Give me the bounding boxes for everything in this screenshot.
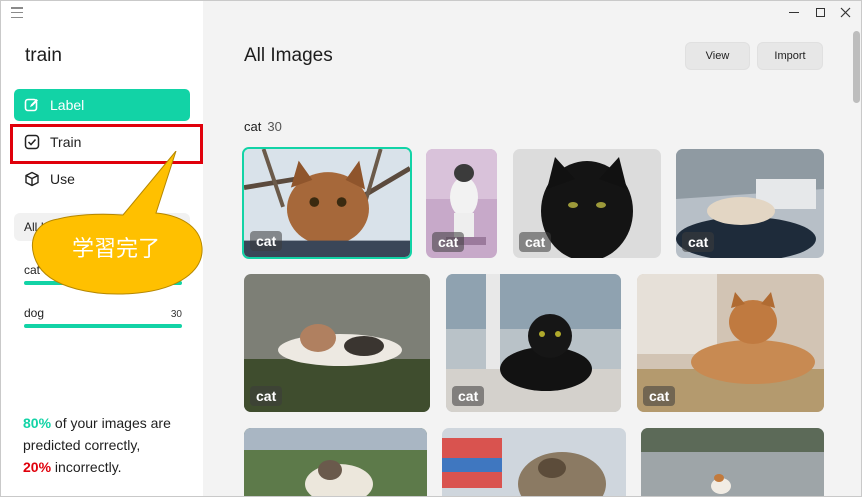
minimize-button[interactable]: [783, 3, 805, 21]
category-name: dog: [24, 306, 45, 320]
app-window: train Label Train Use All I cat dog 30 8…: [0, 0, 862, 497]
image-label-tag: cat: [682, 232, 715, 252]
section-header: cat 30: [244, 119, 282, 134]
image-label-tag: cat: [250, 231, 283, 251]
image-tile[interactable]: cat: [446, 274, 621, 412]
image-tile[interactable]: [244, 428, 427, 496]
correct-percent: 80%: [23, 415, 52, 431]
sidebar-item-label[interactable]: Label: [14, 89, 190, 121]
accuracy-summary: 80% of your images are predicted correct…: [23, 412, 193, 478]
category-row-dog[interactable]: dog 30: [24, 306, 182, 328]
maximize-button[interactable]: [809, 3, 831, 21]
section-count: 30: [267, 119, 282, 134]
image-tile[interactable]: cat: [676, 149, 824, 258]
image-tile[interactable]: cat: [244, 274, 430, 412]
image-label-tag: cat: [250, 386, 283, 406]
category-count: 30: [170, 309, 182, 320]
sidebar-item-label-text: Label: [50, 97, 85, 113]
incorrect-text: incorrectly.: [51, 459, 122, 475]
category-progress-bar: [24, 324, 182, 328]
image-tile[interactable]: cat: [426, 149, 497, 258]
image-tile[interactable]: cat: [637, 274, 824, 412]
view-button[interactable]: View: [685, 42, 750, 70]
image-label-tag: cat: [519, 232, 552, 252]
image-label-tag: cat: [643, 386, 676, 406]
incorrect-percent: 20%: [23, 459, 52, 475]
page-title: All Images: [244, 45, 333, 66]
section-name: cat: [244, 119, 262, 134]
callout-text: 学習完了: [71, 237, 160, 262]
image-tile[interactable]: cat: [513, 149, 661, 258]
import-button[interactable]: Import: [757, 42, 823, 70]
image-label-tag: cat: [432, 232, 465, 252]
edit-icon: [24, 97, 40, 113]
hamburger-menu-icon[interactable]: [11, 7, 23, 18]
scrollbar-thumb[interactable]: [853, 31, 860, 103]
image-tile[interactable]: [641, 428, 824, 496]
image-tile[interactable]: cat: [242, 147, 412, 259]
app-title: train: [25, 45, 62, 66]
image-label-tag: cat: [452, 386, 485, 406]
close-button[interactable]: [834, 3, 856, 21]
image-tile[interactable]: [442, 428, 626, 496]
callout-bubble: 学習完了: [28, 151, 204, 296]
close-icon: [840, 7, 850, 17]
